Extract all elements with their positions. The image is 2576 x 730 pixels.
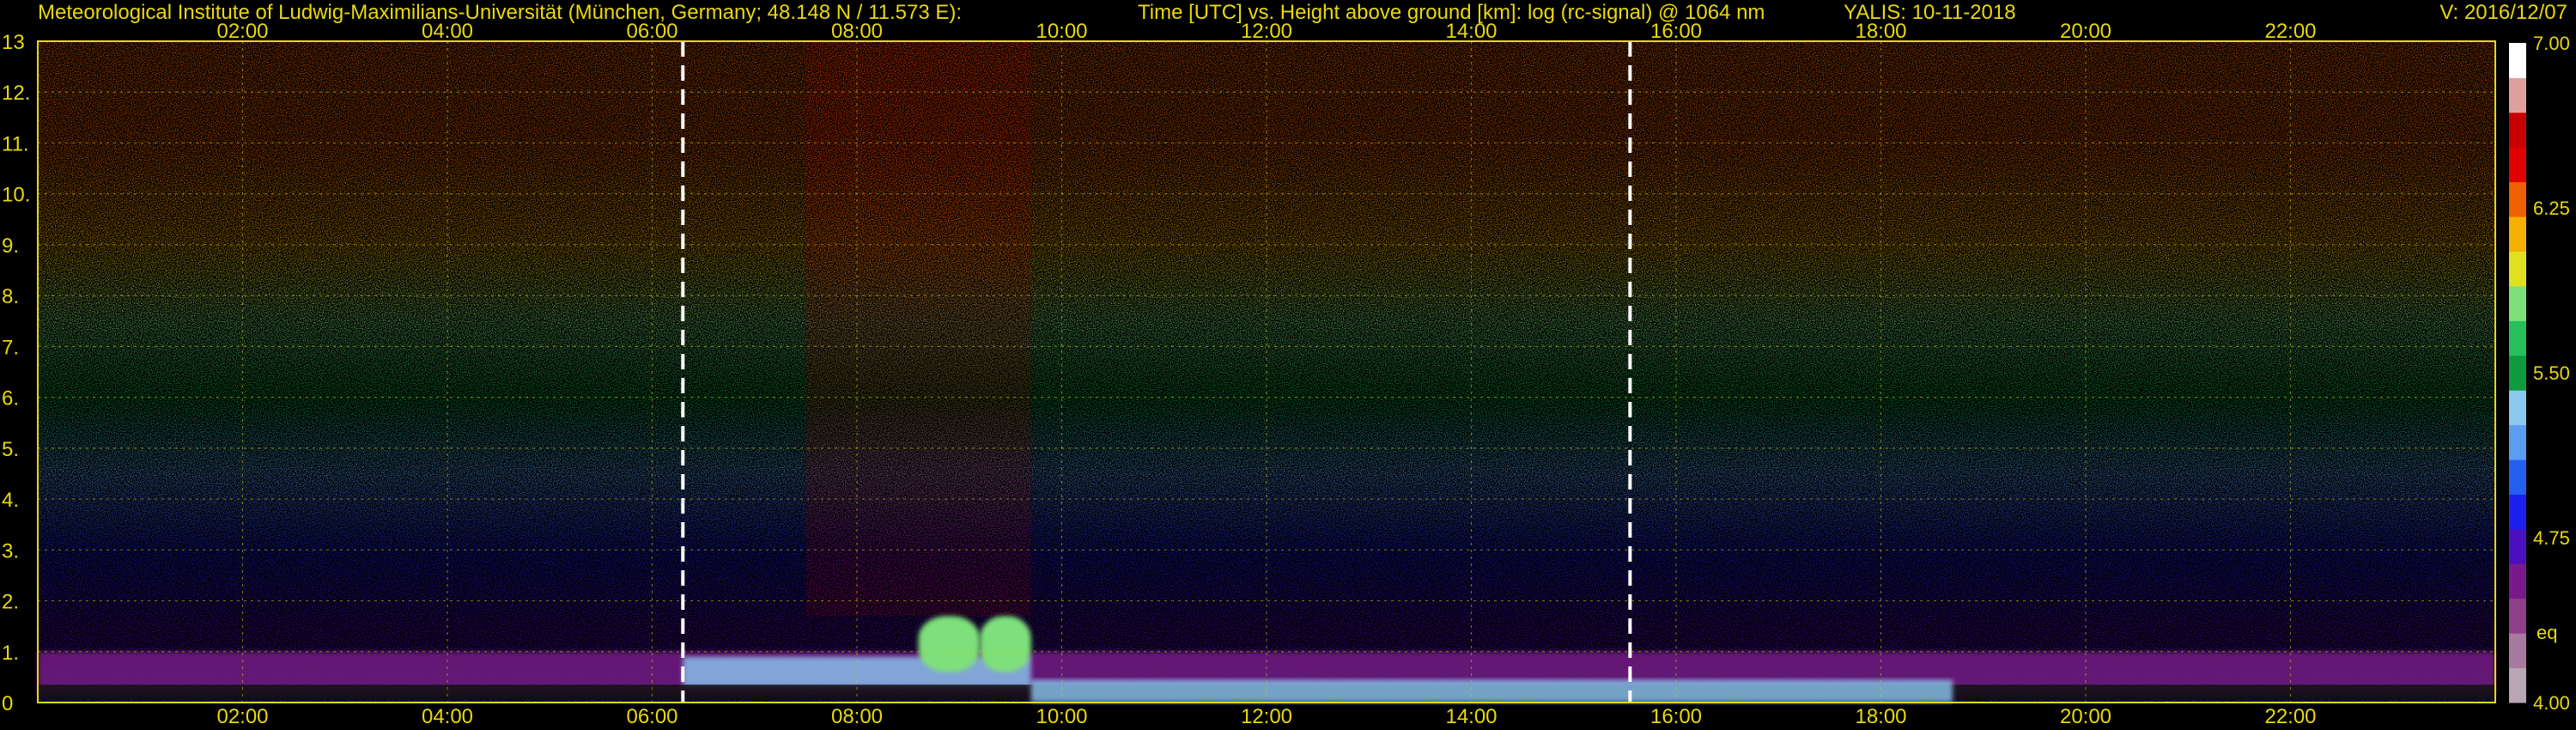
y-tick-label: 7. — [2, 336, 19, 359]
colorbar-segment — [2509, 43, 2526, 78]
colorbar-segment — [2509, 390, 2526, 426]
colorbar-tick-label: 5.50 — [2533, 362, 2570, 384]
colorbar-segment — [2509, 633, 2526, 669]
colorbar-segment — [2509, 528, 2526, 564]
colorbar-segment — [2509, 147, 2526, 183]
x-tick-label-top: 16:00 — [1650, 20, 1702, 43]
colorbar-segment — [2509, 216, 2526, 252]
colorbar-segment — [2509, 181, 2526, 217]
colorbar-segment — [2509, 320, 2526, 356]
colorbar: 4.00 4.75 5.50 6.25 7.00 eq — [2509, 33, 2570, 714]
x-tick-label-top: 04:00 — [422, 20, 473, 43]
x-tick-label-bottom: 20:00 — [2060, 705, 2111, 728]
y-tick-label: 9. — [2, 234, 19, 258]
x-tick-label-bottom: 18:00 — [1855, 705, 1906, 728]
colorbar-segment — [2509, 251, 2526, 287]
x-tick-label-bottom: 02:00 — [216, 705, 268, 728]
x-tick-label-top: 02:00 — [216, 20, 268, 43]
cloud — [980, 616, 1031, 672]
noisy-sky — [805, 41, 1031, 617]
header-institute: Meteorological Institute of Ludwig-Maxim… — [38, 1, 962, 24]
colorbar-segment — [2509, 459, 2526, 495]
near-ground-layer — [1030, 679, 1953, 703]
x-tick-label-top: 06:00 — [626, 20, 677, 43]
y-tick-label: 11. — [2, 132, 29, 155]
y-tick-label: 3. — [2, 539, 19, 563]
colorbar-segment — [2509, 494, 2526, 530]
colorbar-tick-label: 6.25 — [2533, 198, 2570, 219]
y-tick-label: 5. — [2, 438, 19, 461]
lidar-quicklook: Meteorological Institute of Ludwig-Maxim… — [2, 1, 2570, 728]
colorbar-segment — [2509, 667, 2526, 703]
x-tick-label-top: 22:00 — [2264, 20, 2316, 43]
y-tick-label: 12. — [2, 82, 30, 105]
x-tick-label-bottom: 06:00 — [626, 705, 677, 728]
colorbar-segment — [2509, 112, 2526, 148]
x-tick-label-top: 20:00 — [2060, 20, 2111, 43]
y-tick-label: 8. — [2, 285, 19, 308]
y-tick-label: 1. — [2, 642, 19, 665]
colorbar-segment — [2509, 285, 2526, 321]
x-tick-label-top: 18:00 — [1855, 20, 1906, 43]
header-version: V: 2016/12/07 — [2439, 1, 2567, 24]
y-tick-label: 13 — [2, 31, 25, 54]
x-axis-bottom: 02:00 04:00 06:00 08:00 10:00 12:00 14:00 16:00… — [216, 705, 2316, 728]
x-tick-label-bottom: 04:00 — [422, 705, 473, 728]
colorbar-tick-label: 4.00 — [2533, 692, 2570, 714]
x-tick-label-top: 08:00 — [831, 20, 883, 43]
y-tick-label: 4. — [2, 489, 19, 512]
y-axis: 0 1. 2. 3. 4. 5. 6. 7. 8. 9. 10. 11. 12. 13 — [2, 31, 30, 715]
x-tick-label-top: 14:00 — [1445, 20, 1497, 43]
colorbar-ticks: 4.00 4.75 5.50 6.25 7.00 — [2533, 33, 2570, 714]
x-tick-label-bottom: 22:00 — [2264, 705, 2316, 728]
colorbar-segments — [2509, 43, 2526, 703]
x-tick-label-bottom: 10:00 — [1036, 705, 1087, 728]
y-tick-label: 2. — [2, 591, 19, 614]
x-tick-label-bottom: 16:00 — [1650, 705, 1702, 728]
x-tick-label-top: 10:00 — [1036, 20, 1087, 43]
y-tick-label: 10. — [2, 184, 30, 207]
colorbar-tick-label: 4.75 — [2533, 527, 2570, 549]
colorbar-segment — [2509, 77, 2526, 113]
colorbar-eq-label: eq — [2537, 622, 2557, 643]
colorbar-tick-label: 7.00 — [2533, 33, 2570, 54]
colorbar-segment — [2509, 424, 2526, 460]
colorbar-segment — [2509, 598, 2526, 634]
y-tick-label: 0 — [2, 692, 13, 715]
colorbar-segment — [2509, 355, 2526, 391]
y-tick-label: 6. — [2, 387, 19, 411]
x-tick-label-top: 12:00 — [1241, 20, 1292, 43]
colorbar-segment — [2509, 563, 2526, 599]
x-tick-label-bottom: 12:00 — [1241, 705, 1292, 728]
x-tick-label-bottom: 08:00 — [831, 705, 883, 728]
cloud — [918, 616, 981, 672]
x-tick-label-bottom: 14:00 — [1445, 705, 1497, 728]
plot-area — [37, 40, 2496, 703]
